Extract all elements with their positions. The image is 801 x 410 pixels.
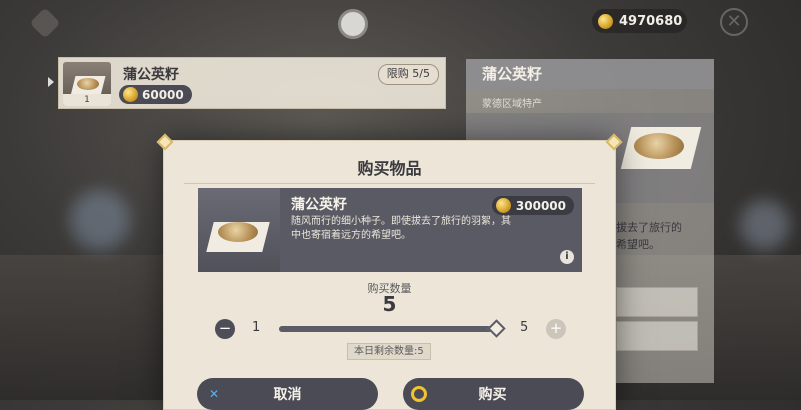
selected-arrow-icon bbox=[48, 77, 54, 87]
dandelion-seed-icon bbox=[218, 222, 258, 242]
item-thumbnail: 1 bbox=[63, 62, 111, 106]
quantity-slider[interactable] bbox=[279, 326, 495, 332]
coin-icon bbox=[495, 198, 511, 213]
shop-list-item[interactable]: 1 蒲公英籽 60000 限购 5/5 bbox=[58, 57, 446, 109]
dandelion-seed-icon bbox=[77, 78, 99, 90]
slider-fill bbox=[279, 326, 495, 332]
decrease-button[interactable]: − bbox=[215, 319, 235, 339]
cancel-label: 取消 bbox=[273, 387, 302, 403]
background-light bbox=[740, 200, 790, 250]
detail-region: 蒙德区域特产 bbox=[482, 99, 542, 110]
corner-ornament-icon bbox=[156, 133, 174, 151]
detail-row bbox=[616, 321, 698, 351]
purchase-label: 购买 bbox=[478, 387, 507, 403]
increase-button[interactable]: + bbox=[546, 319, 566, 339]
dandelion-seed-icon bbox=[634, 133, 684, 159]
detail-row bbox=[616, 287, 698, 317]
item-image bbox=[198, 188, 280, 272]
slider-handle[interactable] bbox=[487, 319, 506, 338]
close-icon[interactable]: ✕ bbox=[720, 8, 748, 36]
title-divider bbox=[184, 183, 595, 184]
paimon-menu-icon[interactable] bbox=[338, 9, 368, 39]
item-name: 蒲公英籽 bbox=[123, 67, 179, 83]
detail-text-line: 拔去了旅行的 bbox=[616, 221, 682, 234]
remaining-today: 本日剩余数量:5 bbox=[347, 343, 431, 360]
slider-max: 5 bbox=[520, 320, 529, 335]
currency-display: 4970680 bbox=[592, 9, 687, 33]
currency-amount: 4970680 bbox=[619, 13, 683, 29]
detail-title: 蒲公英籽 bbox=[466, 59, 714, 89]
item-name: 蒲公英籽 bbox=[291, 197, 347, 213]
purchase-button[interactable]: 购买 bbox=[403, 378, 584, 410]
shop-tag-icon[interactable] bbox=[29, 7, 61, 39]
coin-icon bbox=[123, 87, 138, 102]
slider-min: 1 bbox=[252, 320, 261, 335]
primogem-coin-icon bbox=[598, 13, 613, 29]
item-price: 60000 bbox=[119, 85, 192, 104]
cancel-button[interactable]: ✕ 取消 bbox=[197, 378, 378, 410]
info-icon[interactable]: i bbox=[560, 250, 574, 264]
purchase-limit-badge: 限购 5/5 bbox=[377, 64, 439, 85]
detail-description: 拔去了旅行的 希望吧。 bbox=[616, 219, 682, 253]
item-quantity: 1 bbox=[63, 94, 111, 106]
quantity-value: 5 bbox=[382, 292, 397, 316]
background-light bbox=[70, 190, 130, 250]
purchase-dialog: 购买物品 蒲公英籽 随风而行的细小种子。即使拔去了旅行的羽絮，其中也寄宿着远方的… bbox=[156, 133, 623, 410]
detail-text-line: 希望吧。 bbox=[616, 238, 660, 251]
total-price: 300000 bbox=[491, 196, 574, 215]
item-card: 蒲公英籽 随风而行的细小种子。即使拔去了旅行的羽絮，其中也寄宿着远方的希望吧。 … bbox=[198, 188, 582, 272]
item-description: 随风而行的细小种子。即使拔去了旅行的羽絮，其中也寄宿着远方的希望吧。 bbox=[291, 216, 511, 241]
dialog-title: 购买物品 bbox=[357, 159, 422, 178]
cancel-x-icon: ✕ bbox=[208, 387, 220, 401]
item-price-value: 60000 bbox=[142, 87, 184, 102]
total-price-value: 300000 bbox=[515, 198, 566, 213]
